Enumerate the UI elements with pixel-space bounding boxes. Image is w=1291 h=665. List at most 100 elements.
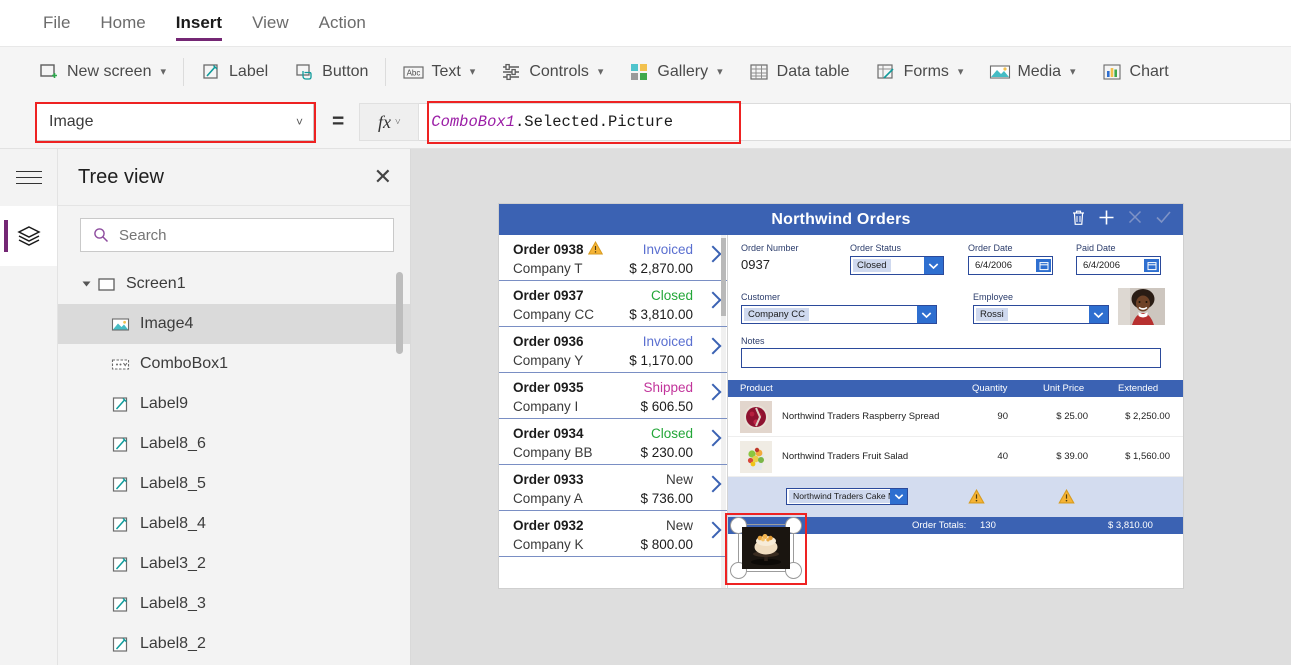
ribbon-controls-button[interactable]: Controls ▾ (488, 51, 616, 93)
chevron-down-icon[interactable] (924, 257, 943, 274)
gallery-row[interactable]: Order 0938 Invoiced Company T $ 2,870.00 (499, 235, 727, 281)
property-dropdown[interactable]: Image ˅ (36, 103, 314, 141)
tree-node-label: Image4 (140, 315, 194, 332)
gallery-row[interactable]: Order 0935 Shipped Company I $ 606.50 (499, 373, 727, 419)
image-control-selection[interactable] (730, 517, 802, 579)
chevron-down-icon: ▾ (717, 66, 723, 78)
gallery-order-status: Closed (650, 425, 693, 441)
tree-node-label8-5[interactable]: Label8_5 (58, 464, 410, 504)
gallery-order-status: Closed (650, 287, 693, 303)
rail-item-tree-view[interactable] (0, 206, 57, 266)
chevron-right-icon[interactable] (707, 429, 719, 451)
fx-button[interactable]: fx ˅ (359, 103, 420, 141)
orders-gallery[interactable]: Order 0938 Invoiced Company T $ 2,870.00 (499, 235, 728, 588)
calendar-icon[interactable] (1144, 259, 1159, 272)
employee-dropdown[interactable]: Rossi (973, 305, 1109, 324)
product-row[interactable]: Northwind Traders Raspberry Spread 90 $ … (728, 397, 1183, 437)
gallery-order-number: Order 0935 (513, 379, 584, 395)
app-canvas: Northwind Orders Order 0938 Invoiced Com… (411, 149, 1291, 665)
tree-node-label: Label3_2 (140, 555, 206, 572)
menu-item-view[interactable]: View (237, 0, 304, 46)
tree-scrollbar-thumb[interactable] (396, 272, 403, 354)
menu-item-insert[interactable]: Insert (161, 0, 237, 46)
tree-node-combobox1[interactable]: ComboBox1 (58, 344, 410, 384)
search-box[interactable] (80, 218, 394, 252)
chevron-right-icon[interactable] (707, 383, 719, 405)
tree-node-image4[interactable]: Image4 (58, 304, 410, 344)
employee-label: Employee (973, 292, 1014, 302)
employee-value: Rossi (976, 308, 1008, 321)
label-icon (201, 62, 221, 82)
ribbon-button-button[interactable]: Button (281, 51, 381, 93)
tree-node-screen1[interactable]: Screen1 (58, 264, 410, 304)
menu-item-action[interactable]: Action (304, 0, 381, 46)
chevron-down-icon: ▾ (160, 66, 167, 78)
order-totals-quantity: 130 (980, 520, 996, 531)
ribbon-gallery-button[interactable]: Gallery ▾ (616, 51, 735, 93)
gallery-amount: $ 1,170.00 (629, 353, 693, 368)
gallery-order-status: New (665, 517, 693, 533)
tree-node-label8-3[interactable]: Label8_3 (58, 584, 410, 624)
menu-item-home[interactable]: Home (85, 0, 160, 46)
tree-node-label8-6[interactable]: Label8_6 (58, 424, 410, 464)
chevron-right-icon[interactable] (707, 337, 719, 359)
chevron-right-icon[interactable] (707, 245, 719, 267)
product-unit-price: $ 25.00 (1056, 411, 1088, 422)
tree-node-label3-2[interactable]: Label3_2 (58, 544, 410, 584)
gallery-row[interactable]: Order 0936 Invoiced Company Y $ 1,170.00 (499, 327, 727, 373)
gallery-row[interactable]: Order 0934 Closed Company BB $ 230.00 (499, 419, 727, 465)
delete-icon[interactable] (1070, 208, 1087, 232)
chevron-down-icon[interactable] (890, 489, 907, 504)
product-name: Northwind Traders Fruit Salad (782, 451, 909, 462)
tree-search-wrap (58, 206, 410, 264)
calendar-icon[interactable] (1036, 259, 1051, 272)
gallery-amount: $ 230.00 (640, 445, 693, 460)
ribbon-media-button[interactable]: Media ▾ (976, 51, 1088, 93)
ribbon-forms-button[interactable]: Forms ▾ (863, 51, 977, 93)
menu-item-file[interactable]: File (28, 0, 85, 46)
ribbon-chart-button[interactable]: Chart (1089, 51, 1182, 93)
ribbon-label-button[interactable]: Label (188, 51, 281, 93)
column-header-product: Product (740, 383, 773, 394)
gallery-amount: $ 606.50 (640, 399, 693, 414)
product-quantity: 40 (997, 451, 1008, 462)
new-product-row[interactable]: Northwind Traders Cake Mix (728, 477, 1183, 517)
chevron-down-icon[interactable] (1089, 306, 1108, 323)
gallery-row[interactable]: Order 0937 Closed Company CC $ 3,810.00 (499, 281, 727, 327)
chevron-down-icon: ▾ (597, 66, 604, 78)
tree-node-label8-2[interactable]: Label8_2 (58, 624, 410, 664)
customer-dropdown[interactable]: Company CC (741, 305, 937, 324)
tree-node-list[interactable]: Screen1 Image4 ComboBox1 Label9 Label8_6… (58, 264, 410, 664)
tree-node-label9[interactable]: Label9 (58, 384, 410, 424)
chevron-right-icon[interactable] (707, 291, 719, 313)
warning-icon (968, 488, 985, 509)
paid-date-field[interactable]: 6/4/2006 (1076, 256, 1161, 275)
close-icon[interactable]: ✕ (374, 166, 392, 188)
gallery-row[interactable]: Order 0932 New Company K $ 800.00 (499, 511, 727, 557)
formula-input[interactable]: ComboBox1 .Selected.Picture (419, 103, 1291, 141)
order-date-label: Order Date (968, 243, 1013, 253)
gallery-scrollbar-thumb[interactable] (721, 238, 726, 316)
order-status-dropdown[interactable]: Closed (850, 256, 944, 275)
notes-field[interactable] (741, 348, 1161, 368)
media-image-icon (989, 62, 1011, 82)
hamburger-menu-button[interactable] (0, 149, 57, 206)
gallery-order-number: Order 0933 (513, 471, 584, 487)
chevron-down-icon[interactable] (917, 306, 936, 323)
expand-triangle-icon[interactable] (82, 281, 91, 287)
chevron-right-icon[interactable] (707, 475, 719, 497)
ribbon-new-screen-button[interactable]: New screen ▾ (26, 51, 179, 93)
product-extended: $ 1,560.00 (1125, 451, 1170, 462)
gallery-row[interactable]: Order 0933 New Company A $ 736.00 (499, 465, 727, 511)
formula-identifier: ComboBox1 (431, 113, 515, 131)
button-icon (294, 62, 314, 82)
order-date-field[interactable]: 6/4/2006 (968, 256, 1053, 275)
chevron-right-icon[interactable] (707, 521, 719, 543)
product-combobox[interactable]: Northwind Traders Cake Mix (786, 488, 908, 505)
add-icon[interactable] (1097, 208, 1116, 232)
ribbon-data-table-button[interactable]: Data table (736, 51, 863, 93)
search-input[interactable] (119, 226, 381, 244)
product-row[interactable]: Northwind Traders Fruit Salad 40 $ 39.00… (728, 437, 1183, 477)
tree-node-label8-4[interactable]: Label8_4 (58, 504, 410, 544)
ribbon-text-button[interactable]: Abc Text ▾ (390, 51, 488, 93)
